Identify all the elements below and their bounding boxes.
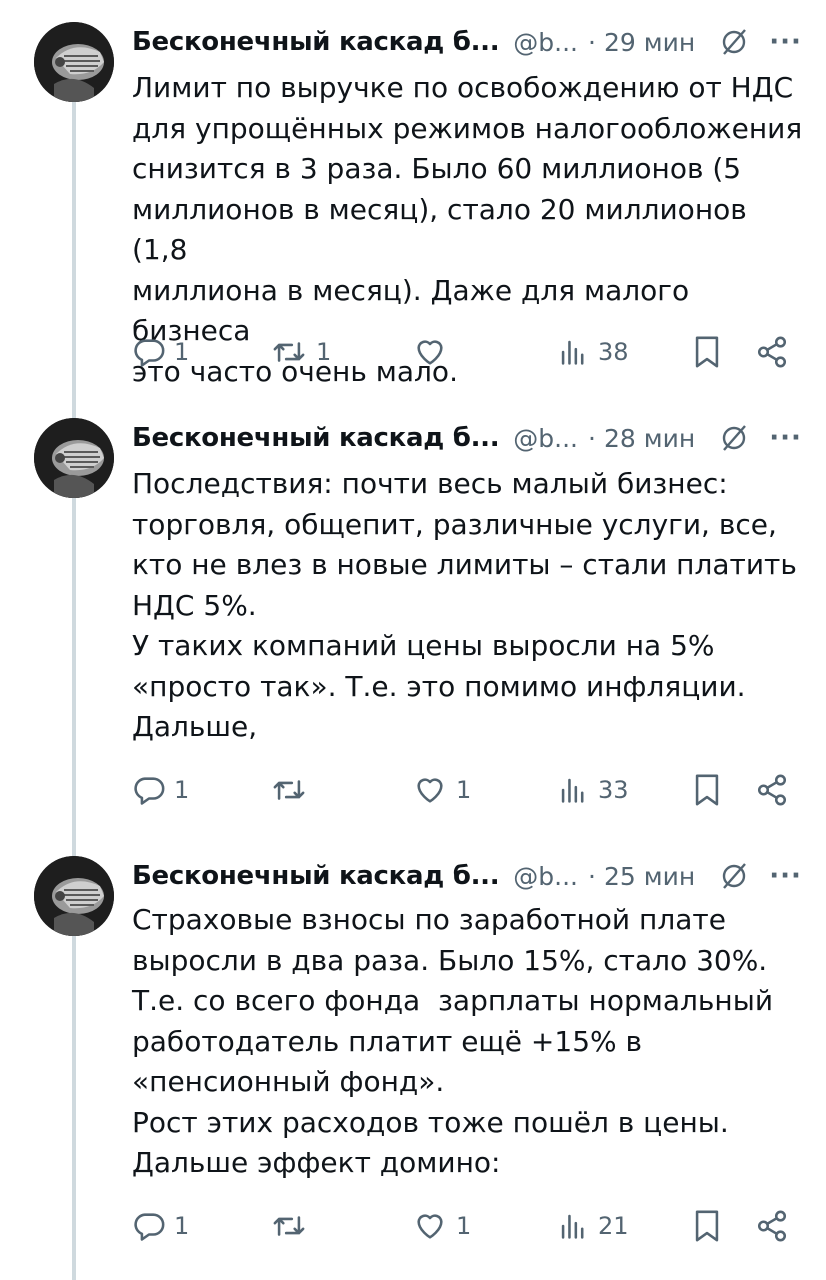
- timestamp[interactable]: 29 мин: [604, 28, 695, 57]
- views-count: 38: [598, 338, 629, 366]
- retweet-button[interactable]: [270, 1204, 316, 1248]
- like-button[interactable]: [412, 330, 456, 374]
- avatar[interactable]: [34, 418, 114, 498]
- bookmark-button[interactable]: [692, 768, 722, 812]
- tweet-text: Страховые взносы по заработной плате выр…: [132, 903, 774, 1179]
- bookmark-icon: [695, 774, 719, 806]
- grok-icon[interactable]: [717, 25, 751, 59]
- bookmark-button[interactable]: [692, 1204, 722, 1248]
- share-icon: [757, 1210, 787, 1242]
- retweet-icon: [273, 342, 305, 362]
- tweet-header: Бесконечный каскад б... @b... · 29 мин ·…: [132, 20, 806, 64]
- avatar[interactable]: [34, 856, 114, 936]
- reply-button[interactable]: 1: [132, 1204, 189, 1248]
- views-button[interactable]: 38: [556, 330, 629, 374]
- thread-line: [72, 100, 76, 1280]
- author-name[interactable]: Бесконечный каскад б...: [132, 423, 500, 453]
- reply-count: 1: [174, 1212, 190, 1240]
- separator: ·: [588, 423, 596, 453]
- views-button[interactable]: 33: [556, 768, 629, 812]
- author-name[interactable]: Бесконечный каскад б...: [132, 27, 500, 57]
- more-icon[interactable]: ···: [769, 27, 802, 57]
- reply-icon: [134, 777, 165, 805]
- separator: ·: [588, 861, 596, 891]
- share-button[interactable]: [754, 330, 790, 374]
- tweet-text: Последствия: почти весь малый бизнес: то…: [132, 467, 797, 743]
- action-bar: 1 1 38: [132, 330, 798, 374]
- share-button[interactable]: [754, 768, 790, 812]
- grok-icon[interactable]: [717, 859, 751, 893]
- share-icon: [757, 336, 787, 368]
- reply-count: 1: [174, 338, 190, 366]
- action-bar: 1 1 21: [132, 1204, 798, 1248]
- reply-button[interactable]: 1: [132, 330, 189, 374]
- views-count: 21: [598, 1212, 629, 1240]
- author-name[interactable]: Бесконечный каскад б...: [132, 861, 500, 891]
- retweet-icon: [273, 1216, 305, 1236]
- tweet-header: Бесконечный каскад б... @b... · 28 мин ·…: [132, 416, 806, 460]
- reply-count: 1: [174, 776, 190, 804]
- views-button[interactable]: 21: [556, 1204, 629, 1248]
- author-handle[interactable]: @b...: [513, 424, 578, 453]
- reply-button[interactable]: 1: [132, 768, 189, 812]
- author-handle[interactable]: @b...: [513, 862, 578, 891]
- action-bar: 1 1 33: [132, 768, 798, 812]
- more-icon[interactable]: ···: [769, 861, 802, 891]
- author-handle[interactable]: @b...: [513, 28, 578, 57]
- avatar[interactable]: [34, 22, 114, 102]
- grok-icon[interactable]: [717, 421, 751, 455]
- more-icon[interactable]: ···: [769, 423, 802, 453]
- retweet-button[interactable]: [270, 768, 316, 812]
- retweet-button[interactable]: 1: [270, 330, 331, 374]
- share-icon: [757, 774, 787, 806]
- like-count: 1: [456, 776, 472, 804]
- reply-icon: [134, 339, 165, 367]
- heart-icon: [417, 778, 443, 803]
- retweet-icon: [273, 780, 305, 800]
- like-button[interactable]: 1: [412, 768, 471, 812]
- like-count: 1: [456, 1212, 472, 1240]
- views-icon: [561, 778, 584, 803]
- share-button[interactable]: [754, 1204, 790, 1248]
- views-count: 33: [598, 776, 629, 804]
- tweet-header: Бесконечный каскад б... @b... · 25 мин ·…: [132, 854, 806, 898]
- bookmark-icon: [695, 1210, 719, 1242]
- retweet-count: 1: [316, 338, 332, 366]
- bookmark-icon: [695, 336, 719, 368]
- heart-icon: [417, 340, 443, 365]
- reply-icon: [134, 1213, 165, 1241]
- separator: ·: [588, 27, 596, 57]
- bookmark-button[interactable]: [692, 330, 722, 374]
- views-icon: [561, 1214, 584, 1239]
- heart-icon: [417, 1214, 443, 1239]
- timestamp[interactable]: 25 мин: [604, 862, 695, 891]
- views-icon: [561, 340, 584, 365]
- timestamp[interactable]: 28 мин: [604, 424, 695, 453]
- like-button[interactable]: 1: [412, 1204, 471, 1248]
